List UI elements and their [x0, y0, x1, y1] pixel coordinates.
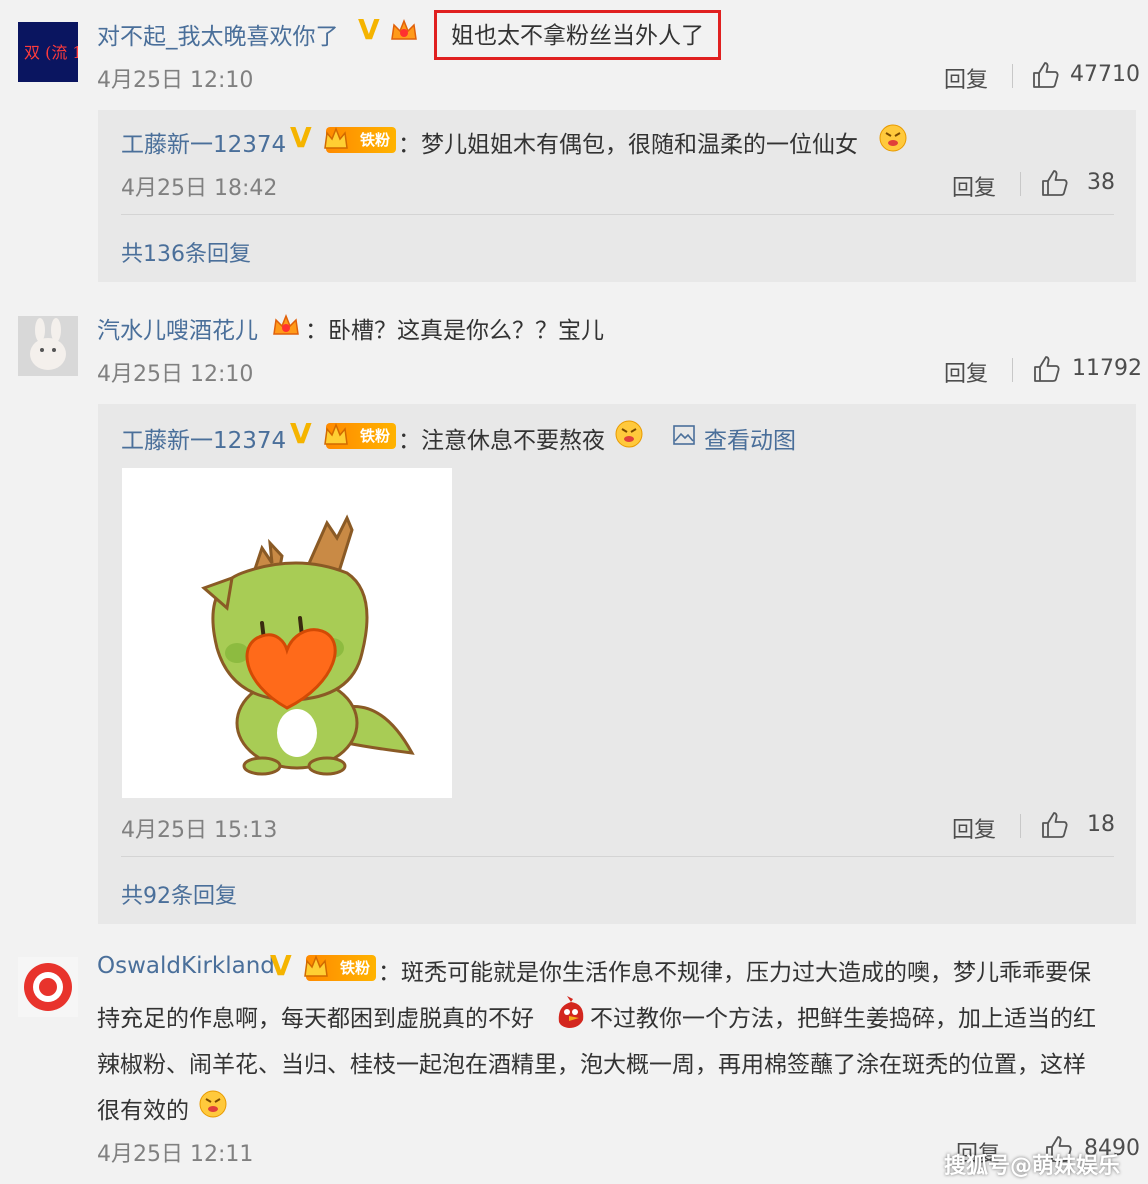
comment-username[interactable]: OswaldKirkland	[97, 953, 275, 979]
comment-username[interactable]: 汽水儿嗖酒花儿	[97, 311, 258, 345]
watermark: 搜狐号@萌妹娱乐	[944, 1154, 1121, 1179]
divider	[121, 214, 1114, 215]
reply-button[interactable]: 回复	[944, 356, 988, 388]
verified-v-icon: V	[358, 13, 380, 46]
comment-text-line: 辣椒粉、闹羊花、当归、桂枝一起泡在酒精里，泡大概一周，再用棉签蘸了涂在斑秃的位置…	[97, 1052, 1086, 1078]
avatar[interactable]	[18, 957, 78, 1017]
comment-time: 4月25日 12:10	[97, 68, 254, 93]
avatar-image	[18, 957, 78, 1017]
avatar-image: 双 (流 1	[18, 22, 78, 82]
reply-text: ：梦儿姐姐木有偶包，很随和温柔的一位仙女	[398, 132, 858, 158]
like-count: 47710	[1070, 62, 1140, 87]
divider	[121, 856, 1114, 857]
comment-time: 4月25日 12:10	[97, 362, 254, 387]
reply-button[interactable]: 回复	[944, 62, 988, 94]
divider	[1012, 358, 1013, 382]
reply-username[interactable]: 工藤新一12374	[121, 125, 286, 159]
comment-text-line: 不过教你一个方法，把鲜生姜捣碎，加上适当的红	[590, 1006, 1096, 1032]
angry-bird-icon	[558, 996, 584, 1028]
more-replies-link[interactable]: 共92条回复	[121, 878, 237, 910]
view-gif-link[interactable]: 查看动图	[704, 421, 796, 455]
reply-username[interactable]: 工藤新一12374	[121, 421, 286, 455]
thumbs-up-icon[interactable]	[1030, 60, 1060, 90]
reply-image[interactable]	[122, 468, 452, 798]
verified-v-icon: V	[270, 949, 292, 982]
crown-icon	[304, 954, 328, 977]
verified-v-icon: V	[290, 417, 312, 450]
thumbs-up-icon[interactable]	[1039, 168, 1069, 198]
reply-button[interactable]: 回复	[952, 812, 996, 844]
like-count: 11792	[1072, 356, 1142, 381]
more-replies-link[interactable]: 共136条回复	[121, 236, 251, 268]
reply-time: 4月25日 15:13	[121, 818, 278, 843]
divider	[1020, 172, 1021, 196]
crown-icon	[324, 126, 348, 149]
avatar[interactable]: 双 (流 1	[18, 22, 78, 82]
crown-icon	[273, 313, 299, 335]
image-icon[interactable]	[673, 425, 695, 445]
dragon-sticker-image	[201, 514, 415, 776]
comment-text-line: 很有效的	[97, 1098, 189, 1124]
like-count: 38	[1087, 170, 1115, 195]
reply-text: ：注意休息不要熬夜	[398, 428, 605, 454]
divider	[1020, 814, 1021, 838]
emoji-face-icon	[199, 1090, 227, 1118]
emoji-face-icon	[879, 124, 907, 152]
thumbs-up-icon[interactable]	[1039, 810, 1069, 840]
comment-username[interactable]: 对不起_我太晚喜欢你了	[97, 17, 339, 51]
divider	[1012, 64, 1013, 88]
emoji-face-icon	[615, 420, 643, 448]
crown-icon	[391, 18, 417, 40]
comment-text-line: ：斑秃可能就是你生活作息不规律，压力过大造成的噢，梦儿乖乖要保	[378, 960, 1091, 986]
verified-v-icon: V	[290, 121, 312, 154]
avatar[interactable]	[18, 316, 78, 376]
highlighted-comment-text: 姐也太不拿粉丝当外人了	[434, 10, 721, 60]
comment-time: 4月25日 12:11	[97, 1142, 254, 1167]
comment-text-line: 持充足的作息啊，每天都困到虚脱真的不好	[97, 1006, 534, 1032]
svg-text:双 (流 1: 双 (流 1	[24, 43, 78, 62]
like-count: 18	[1087, 812, 1115, 837]
thumbs-up-icon[interactable]	[1031, 354, 1061, 384]
avatar-image	[18, 316, 78, 376]
reply-button[interactable]: 回复	[952, 170, 996, 202]
crown-icon	[324, 422, 348, 445]
comment-text: ：卧槽？这真是你么？？宝儿	[305, 318, 604, 344]
reply-time: 4月25日 18:42	[121, 176, 278, 201]
